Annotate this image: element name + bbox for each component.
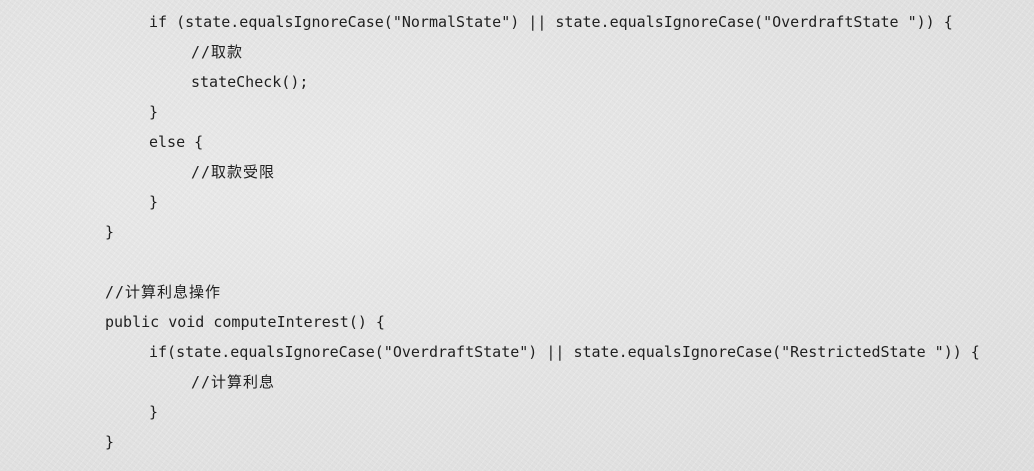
code-comment-compute-interest: //计算利息 — [191, 373, 276, 391]
code-comment-withdraw-restricted: //取款受限 — [191, 163, 276, 181]
code-line-close-brace: } — [149, 403, 159, 421]
code-line-if-normal-overdraft: if (state.equalsIgnoreCase("NormalState"… — [149, 13, 953, 31]
code-line-close-brace: } — [149, 193, 159, 211]
code-listing: if (state.equalsIgnoreCase("NormalState"… — [0, 7, 1034, 457]
code-line-method-signature: public void computeInterest() { — [105, 313, 385, 331]
code-line-state-check: stateCheck(); — [191, 73, 309, 91]
code-line-close-brace: } — [105, 223, 115, 241]
code-line-close-brace: } — [105, 433, 115, 451]
code-comment-compute-interest-op: //计算利息操作 — [105, 283, 222, 301]
code-comment-withdraw: //取款 — [191, 43, 244, 61]
code-line-if-overdraft-restricted: if(state.equalsIgnoreCase("OverdraftStat… — [149, 343, 980, 361]
code-line-else: else { — [149, 133, 204, 151]
code-line-close-brace: } — [149, 103, 159, 121]
